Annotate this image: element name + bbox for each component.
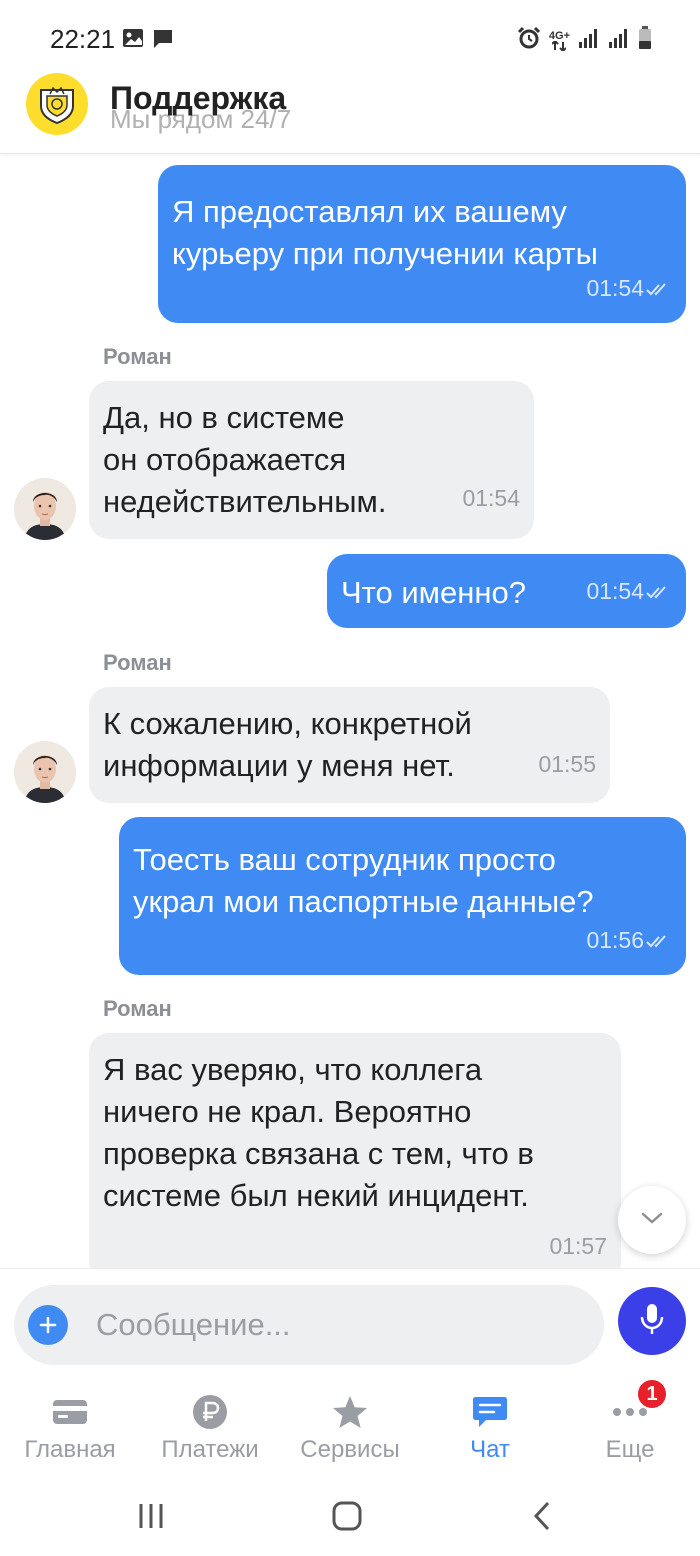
sender-name: Роман — [103, 344, 172, 369]
notification-badge: 1 — [636, 1378, 668, 1410]
message-meta: 01:56 — [586, 919, 670, 961]
message-icon — [152, 28, 174, 55]
voice-message-button[interactable] — [618, 1287, 686, 1355]
signal-icon — [608, 27, 630, 54]
message-meta: 01:54 — [586, 570, 670, 612]
agent-avatar[interactable] — [14, 478, 76, 540]
message-text: украл мои паспортные данные? — [133, 884, 594, 919]
attach-button[interactable] — [28, 1305, 68, 1345]
message-text: он отображается — [103, 442, 347, 477]
nav-item-payments[interactable]: Платежи — [140, 1392, 280, 1464]
chat-icon — [470, 1392, 510, 1432]
outgoing-message[interactable]: Что именно? 01:54 — [327, 554, 686, 628]
image-icon — [122, 28, 144, 55]
nav-item-services[interactable]: Сервисы — [280, 1392, 420, 1464]
back-arrow-icon — [533, 1501, 550, 1531]
message-time: 01:57 — [549, 1233, 607, 1259]
message-time: 01:56 — [586, 927, 644, 953]
alarm-icon — [517, 26, 541, 55]
more-icon: 1 — [610, 1378, 668, 1432]
status-right-icons: 4G+ — [517, 26, 652, 55]
message-meta: 01:57 — [549, 1225, 607, 1267]
signal-icon — [578, 27, 600, 54]
card-icon — [50, 1392, 90, 1432]
status-left-icons — [122, 28, 174, 55]
nav-item-more[interactable]: 1 Еще — [560, 1378, 700, 1464]
agent-avatar[interactable] — [14, 741, 76, 803]
read-checkmarks-icon — [646, 570, 670, 612]
incoming-message[interactable]: К сожалению, конкретной информации у мен… — [89, 687, 610, 803]
sender-name: Роман — [103, 650, 172, 675]
message-meta: 01:55 — [538, 743, 596, 785]
home-button[interactable] — [330, 1498, 364, 1534]
system-navigation-bar — [0, 1472, 700, 1556]
message-text: проверка связана с тем, что в — [103, 1136, 534, 1171]
message-time: 01:54 — [586, 578, 644, 604]
message-meta: 01:54 — [586, 267, 670, 309]
incoming-message[interactable]: Я вас уверяю, что коллега ничего не крал… — [89, 1033, 621, 1268]
header-title: Поддержка — [110, 80, 287, 116]
sender-name: Роман — [103, 996, 172, 1021]
read-checkmarks-icon — [646, 267, 670, 309]
emblem-icon — [40, 86, 74, 125]
chat-header — [0, 78, 700, 154]
nav-item-home[interactable]: Главная — [0, 1392, 140, 1464]
message-time: 01:55 — [538, 751, 596, 777]
read-checkmarks-icon — [646, 919, 670, 961]
status-time: 22:21 — [50, 24, 116, 54]
microphone-icon — [639, 1302, 665, 1341]
back-button[interactable] — [530, 1498, 554, 1534]
ruble-icon — [190, 1392, 230, 1432]
nav-label: Главная — [24, 1436, 116, 1463]
battery-icon — [638, 26, 652, 55]
chat-messages[interactable]: Я предоставлял их вашему курьеру при пол… — [0, 154, 700, 1268]
nav-label: Чат — [470, 1436, 510, 1463]
bank-logo[interactable] — [26, 73, 88, 135]
nav-item-chat[interactable]: Чат — [420, 1392, 560, 1464]
message-text: Я вас уверяю, что коллега — [103, 1052, 483, 1087]
message-time: 01:54 — [462, 485, 520, 511]
scroll-to-bottom-button[interactable] — [618, 1186, 686, 1254]
message-time: 01:54 — [586, 275, 644, 301]
chevron-down-icon — [640, 1211, 664, 1230]
bottom-navigation: Главная Платежи Сервисы Чат 1 Еще — [0, 1378, 700, 1472]
recent-apps-icon — [139, 1504, 163, 1528]
message-meta: 01:54 — [462, 477, 520, 519]
outgoing-message[interactable]: Тоесть ваш сотрудник просто украл мои па… — [119, 817, 686, 975]
network-type: 4G+ — [548, 29, 570, 42]
incoming-message[interactable]: Да, но в системе он отображается недейст… — [89, 381, 534, 539]
recent-apps-button[interactable] — [136, 1498, 166, 1534]
message-text: ничего не крал. Вероятно — [103, 1094, 472, 1129]
message-input[interactable] — [96, 1305, 576, 1345]
home-icon — [332, 1501, 362, 1531]
message-text: К сожалению, конкретной — [103, 706, 472, 741]
nav-label: Сервисы — [300, 1436, 400, 1463]
message-text: недействительным. — [103, 484, 387, 519]
message-text: Я предоставлял их вашему — [172, 194, 567, 229]
nav-label: Платежи — [161, 1436, 259, 1463]
message-composer — [0, 1268, 700, 1382]
message-text: Да, но в системе — [103, 400, 345, 435]
message-text: информации у меня нет. — [103, 748, 455, 783]
message-text: Тоесть ваш сотрудник просто — [133, 842, 556, 877]
message-box[interactable] — [14, 1285, 604, 1365]
nav-label: Еще — [605, 1436, 655, 1463]
message-text: системе был некий инцидент. — [103, 1178, 529, 1213]
plus-icon — [39, 1310, 57, 1340]
outgoing-message[interactable]: Я предоставлял их вашему курьеру при пол… — [158, 165, 686, 323]
status-bar: 22:21 4G+ — [0, 0, 700, 78]
network-icon: 4G+ — [548, 29, 570, 51]
star-icon — [330, 1392, 370, 1432]
